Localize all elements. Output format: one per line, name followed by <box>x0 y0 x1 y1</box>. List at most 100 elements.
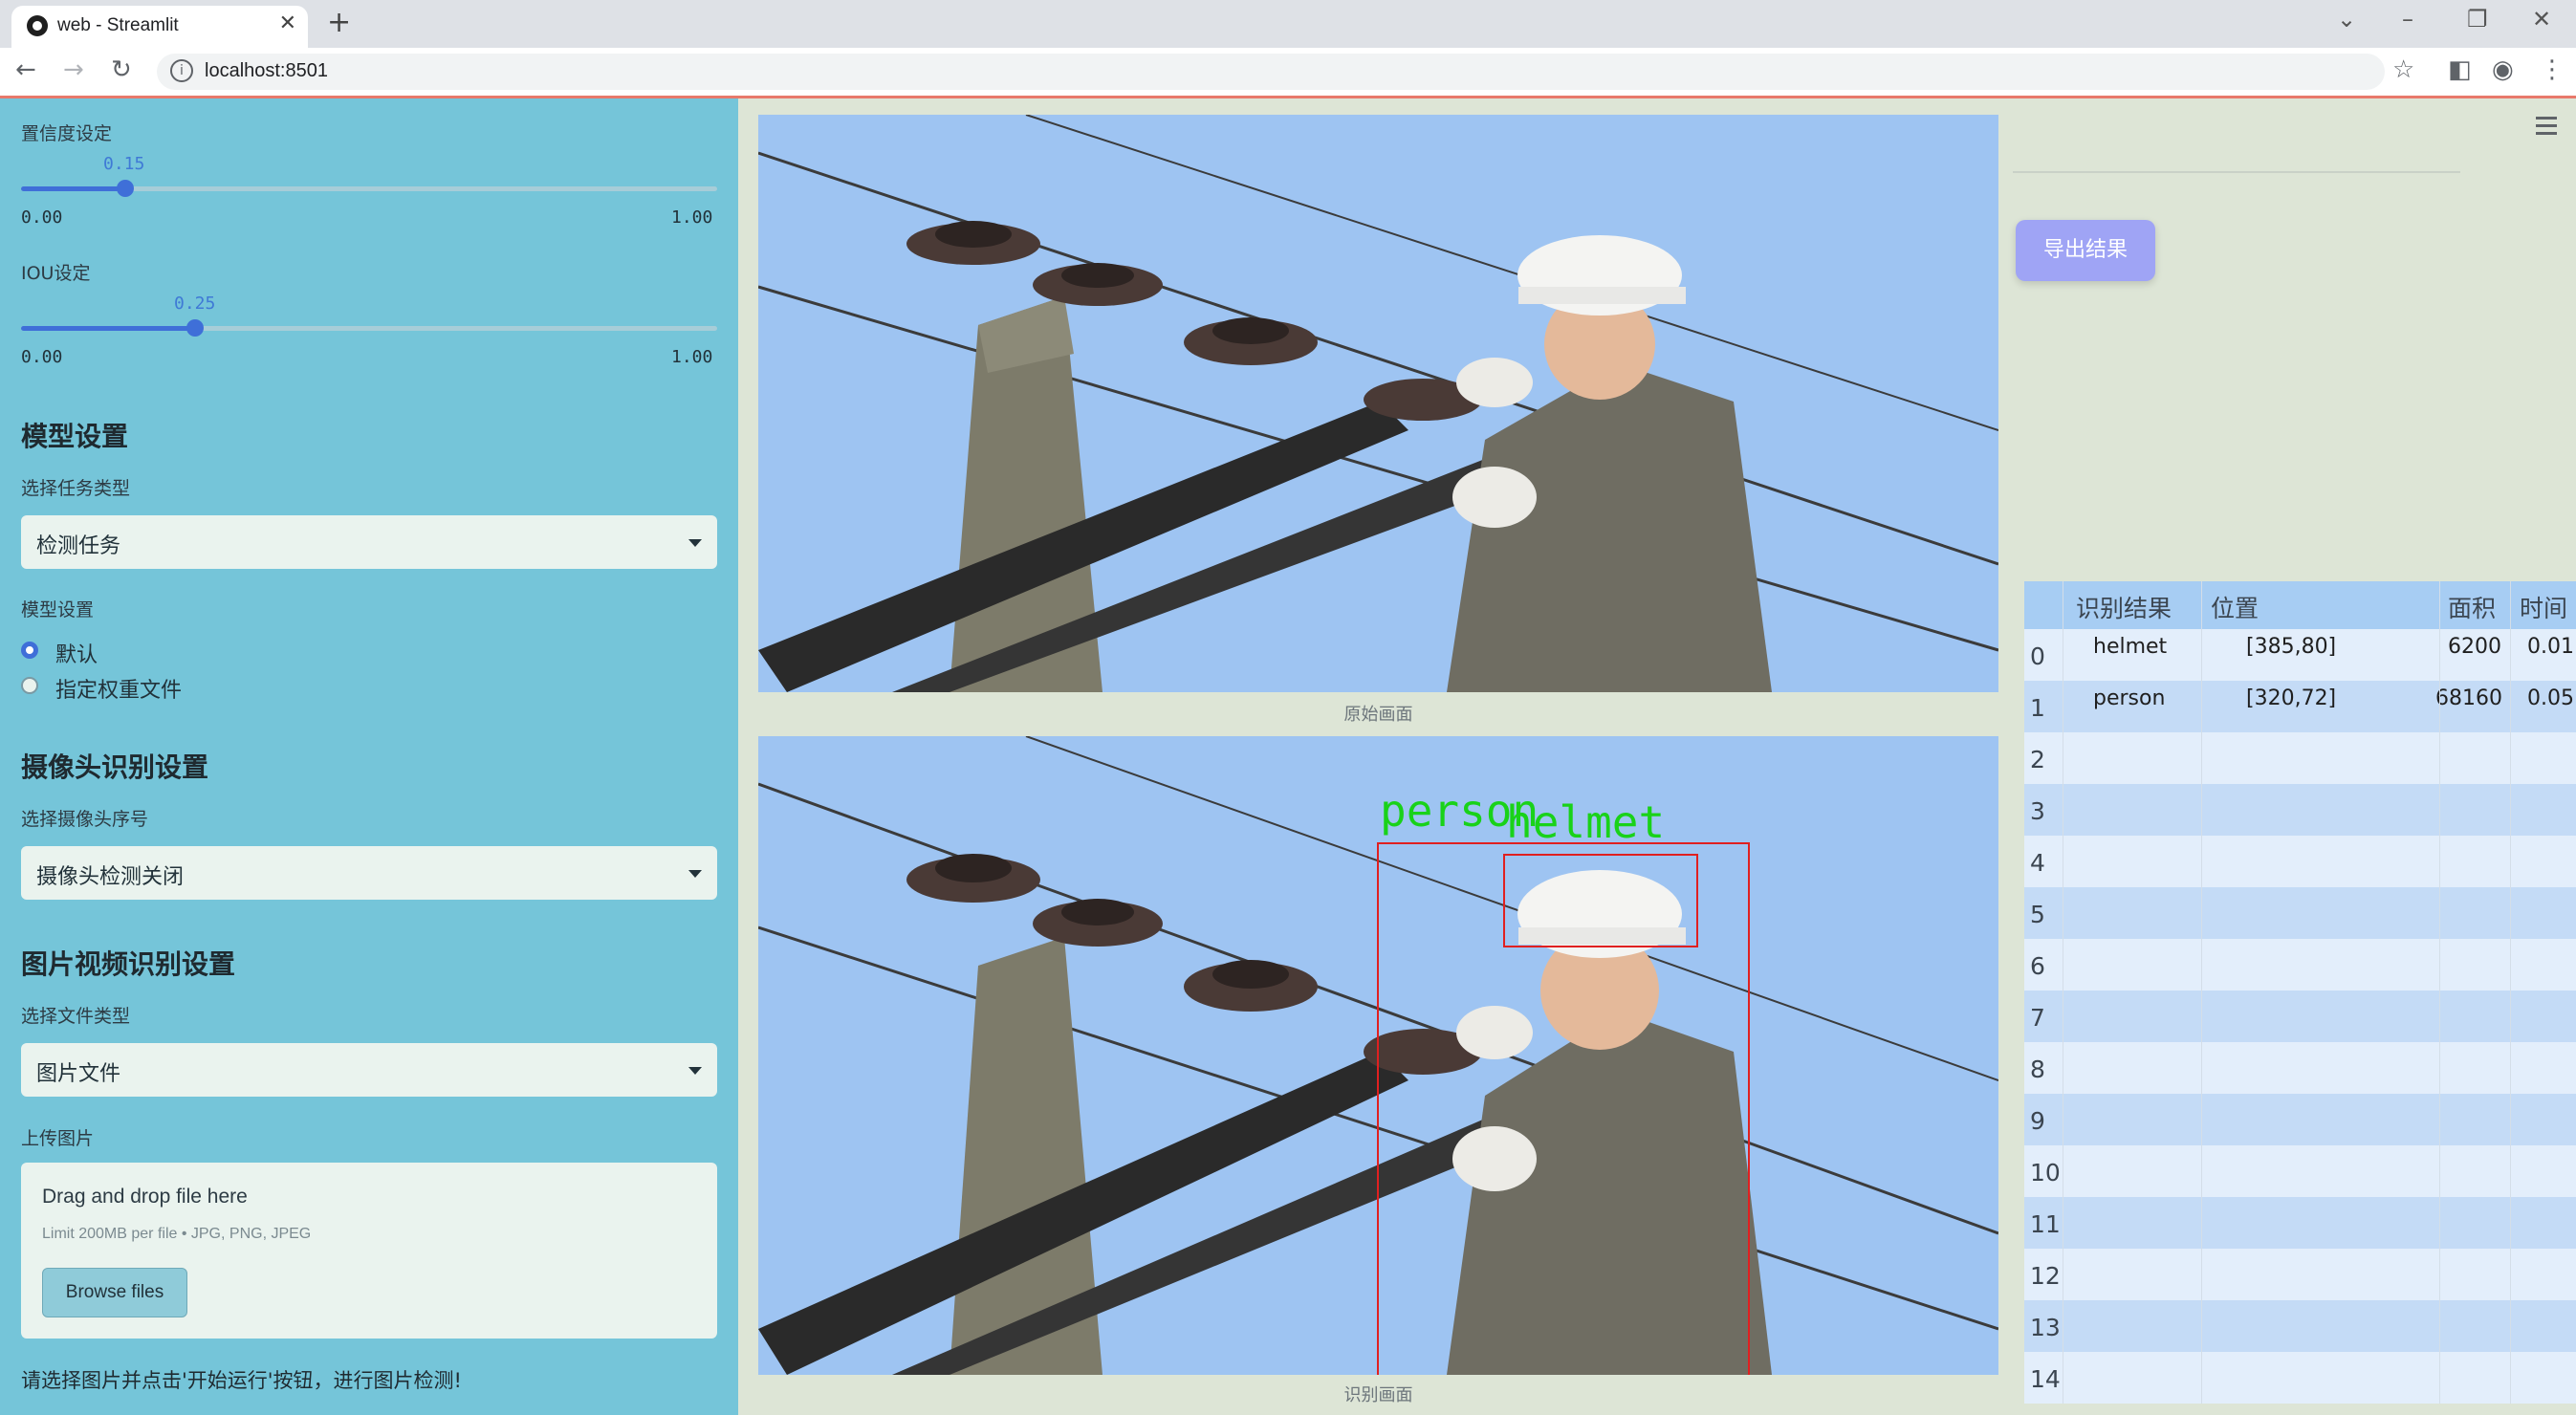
original-image <box>758 115 1998 692</box>
row-index: 3 <box>2030 797 2045 825</box>
table-row[interactable]: 0 helmet [385,80] 6200 0.01 <box>2024 629 2576 681</box>
forward-icon[interactable]: → <box>63 55 84 84</box>
col-header-area[interactable]: 面积 <box>2448 590 2496 624</box>
cell-time: 0.01 <box>2527 635 2574 659</box>
iou-max: 1.00 <box>671 347 713 367</box>
browser-tab[interactable]: web - Streamlit ✕ <box>11 6 308 48</box>
iou-slider-thumb[interactable] <box>186 319 204 337</box>
camera-settings-heading: 摄像头识别设置 <box>21 751 209 783</box>
file-settings-heading: 图片视频识别设置 <box>21 948 236 980</box>
radio-custom-weights-label: 指定权重文件 <box>55 679 183 703</box>
table-row[interactable]: 8 <box>2024 1042 2576 1094</box>
col-header-result[interactable]: 识别结果 <box>2076 590 2172 624</box>
radio-checked-icon[interactable] <box>21 642 38 659</box>
detection-result-photo: person helmet <box>758 736 1998 1375</box>
cell-label: person <box>2093 686 2166 710</box>
upload-label: 上传图片 <box>21 1128 95 1149</box>
tab-close-icon[interactable]: ✕ <box>279 11 296 35</box>
col-header-time[interactable]: 时间 <box>2520 590 2567 624</box>
hamburger-menu-icon[interactable] <box>2536 117 2557 140</box>
browser-tab-bar: web - Streamlit ✕ + ⌄ – ❐ ✕ <box>0 0 2576 48</box>
browse-files-button[interactable]: Browse files <box>42 1268 187 1317</box>
radio-unchecked-icon[interactable] <box>21 677 38 694</box>
task-type-label: 选择任务类型 <box>21 478 131 499</box>
row-index: 10 <box>2030 1159 2061 1186</box>
table-row[interactable]: 14 <box>2024 1352 2576 1404</box>
column-divider <box>2510 581 2511 1404</box>
file-dropzone[interactable]: Drag and drop file here Limit 200MB per … <box>21 1163 717 1339</box>
dropzone-title: Drag and drop file here <box>42 1186 248 1208</box>
tab-search-icon[interactable]: ⌄ <box>2337 6 2356 33</box>
minimize-icon[interactable]: – <box>2402 6 2413 33</box>
result-caption: 识别画面 <box>1343 1385 1413 1405</box>
table-row[interactable]: 12 <box>2024 1249 2576 1300</box>
reload-icon[interactable]: ↻ <box>111 55 132 84</box>
camera-value: 摄像头检测关闭 <box>36 865 185 889</box>
result-image: person helmet <box>758 736 1998 1375</box>
chevron-down-icon <box>688 1067 702 1075</box>
confidence-value: 0.15 <box>103 154 145 174</box>
row-index: 7 <box>2030 1004 2045 1032</box>
confidence-label: 置信度设定 <box>21 123 113 144</box>
cell-area: 6200 <box>2448 635 2501 659</box>
table-row[interactable]: 6 <box>2024 939 2576 990</box>
cell-label: helmet <box>2093 635 2168 659</box>
export-results-button[interactable]: 导出结果 <box>2016 220 2155 281</box>
divider <box>2013 171 2460 173</box>
table-row[interactable]: 5 <box>2024 887 2576 939</box>
profile-avatar-icon[interactable]: ◉ <box>2492 55 2514 84</box>
streamlit-favicon-icon <box>27 15 48 36</box>
table-row[interactable]: 3 <box>2024 784 2576 836</box>
row-index: 2 <box>2030 746 2045 773</box>
sidebar: 置信度设定 0.15 0.00 1.00 IOU设定 0.25 0.00 1.0… <box>0 98 738 1415</box>
iou-value: 0.25 <box>174 294 216 314</box>
original-caption: 原始画面 <box>1343 705 1413 725</box>
camera-select[interactable]: 摄像头检测关闭 <box>21 846 717 900</box>
table-row[interactable]: 7 <box>2024 990 2576 1042</box>
row-index: 8 <box>2030 1056 2045 1083</box>
back-icon[interactable]: ← <box>15 55 36 84</box>
side-panel-icon[interactable]: ◧ <box>2448 55 2472 84</box>
row-index: 0 <box>2030 642 2045 670</box>
radio-default-label: 默认 <box>55 643 98 667</box>
iou-slider-fill <box>21 326 195 331</box>
task-type-select[interactable]: 检测任务 <box>21 515 717 569</box>
file-type-label: 选择文件类型 <box>21 1006 131 1027</box>
browser-menu-icon[interactable]: ⋮ <box>2540 55 2565 84</box>
browser-toolbar: ← → ↻ i localhost:8501 ☆ ◧ ◉ ⋮ <box>0 48 2576 96</box>
cell-time: 0.05 <box>2527 686 2574 710</box>
confidence-slider[interactable] <box>21 180 717 197</box>
table-row[interactable]: 13 <box>2024 1300 2576 1352</box>
row-index: 13 <box>2030 1314 2061 1341</box>
table-row[interactable]: 4 <box>2024 836 2576 887</box>
table-row[interactable]: 11 <box>2024 1197 2576 1249</box>
confidence-slider-thumb[interactable] <box>117 180 135 197</box>
row-index: 5 <box>2030 901 2045 928</box>
power-line-worker-photo <box>758 115 1998 692</box>
table-row[interactable]: 10 <box>2024 1145 2576 1197</box>
address-bar[interactable]: i localhost:8501 <box>157 54 2385 90</box>
restore-icon[interactable]: ❐ <box>2467 6 2488 33</box>
site-info-icon[interactable]: i <box>170 59 193 82</box>
tab-title: web - Streamlit <box>57 15 179 35</box>
bookmark-star-icon[interactable]: ☆ <box>2392 55 2414 84</box>
dropzone-limit: Limit 200MB per file • JPG, PNG, JPEG <box>42 1226 312 1242</box>
file-type-value: 图片文件 <box>36 1062 121 1086</box>
cell-position: [320,72] <box>2246 686 2337 710</box>
chevron-down-icon <box>688 539 702 547</box>
helmet-detection-label: helmet <box>1506 796 1665 848</box>
confidence-min: 0.00 <box>21 207 63 228</box>
close-window-icon[interactable]: ✕ <box>2532 6 2551 33</box>
file-type-select[interactable]: 图片文件 <box>21 1043 717 1097</box>
confidence-slider-fill <box>21 186 126 191</box>
iou-slider[interactable] <box>21 319 717 337</box>
new-tab-icon[interactable]: + <box>327 6 351 39</box>
results-table-header: 识别结果 位置 面积 时间 <box>2024 581 2576 629</box>
camera-index-label: 选择摄像头序号 <box>21 809 149 830</box>
row-index: 12 <box>2030 1262 2061 1290</box>
model-option-label: 模型设置 <box>21 599 95 620</box>
table-row[interactable]: 9 <box>2024 1094 2576 1145</box>
table-row[interactable]: 2 <box>2024 732 2576 784</box>
col-header-position[interactable]: 位置 <box>2211 590 2259 624</box>
table-row[interactable]: 1 person [320,72] 68160 0.05 <box>2024 681 2576 732</box>
